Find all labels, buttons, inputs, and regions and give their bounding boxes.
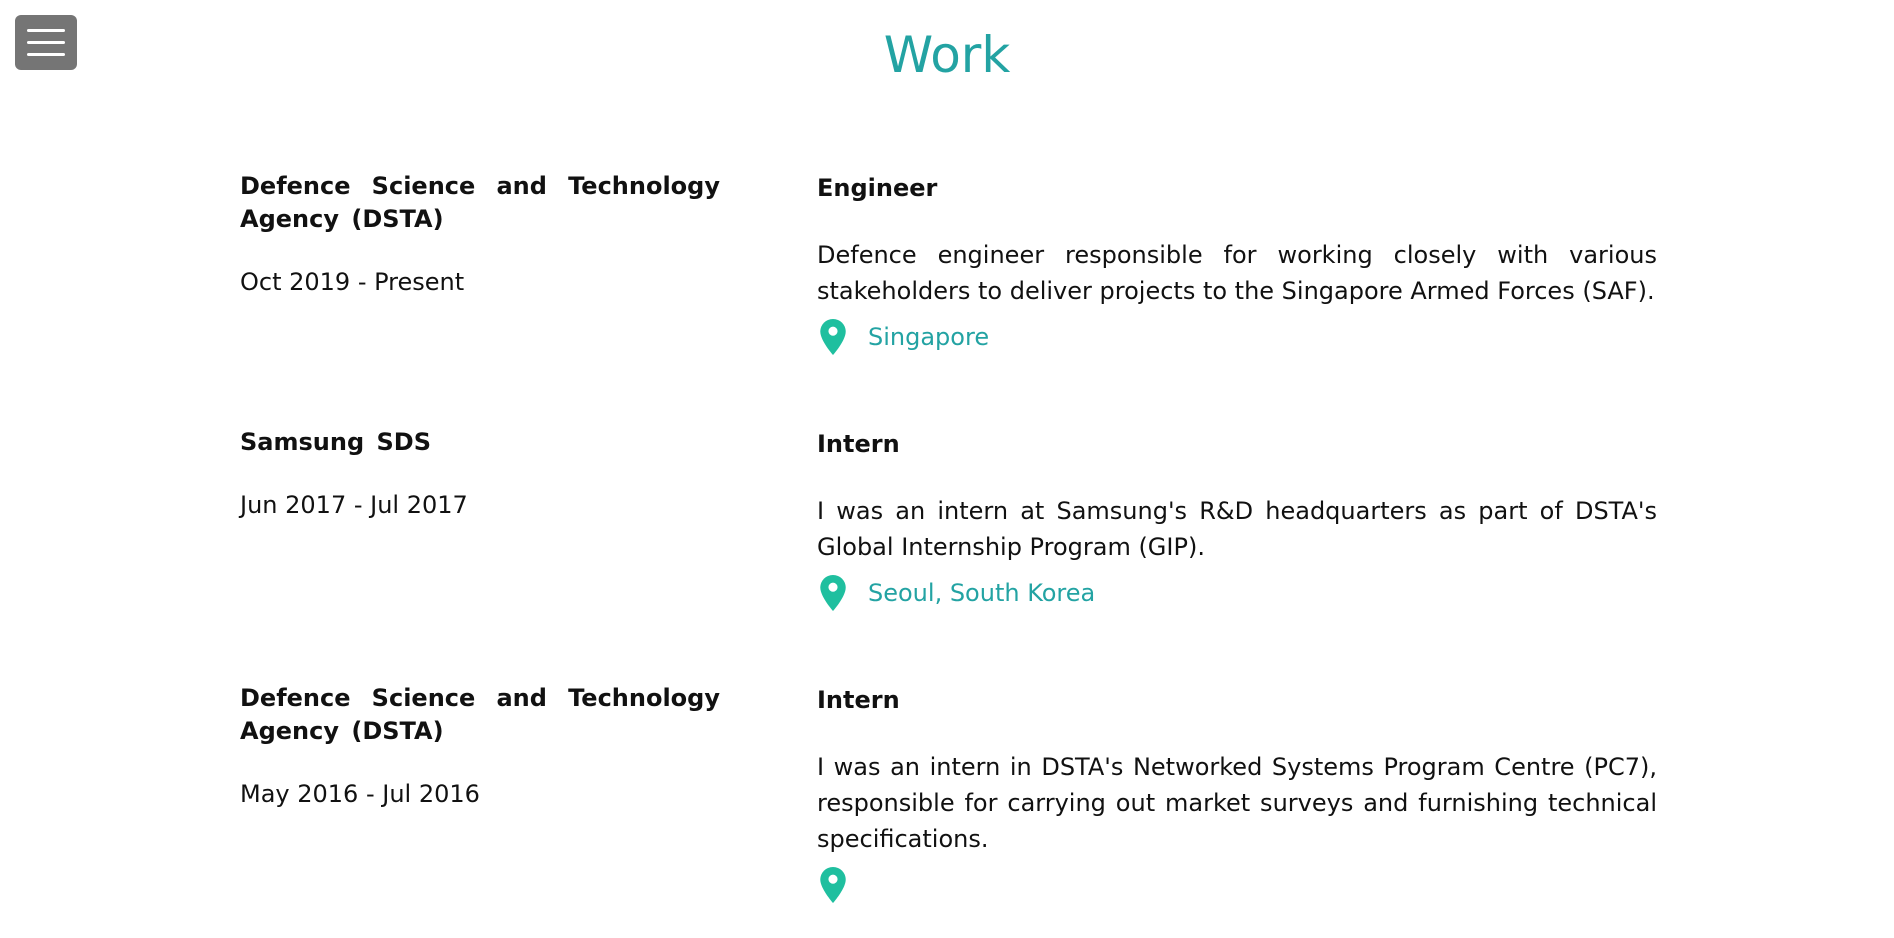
entry-right-column: Intern I was an intern at Samsung's R&D …: [817, 428, 1657, 611]
location-text: Seoul, South Korea: [868, 579, 1096, 607]
map-pin-icon: [820, 575, 846, 611]
work-entry: Defence Science and Technology Agency (D…: [240, 170, 1660, 426]
job-description: I was an intern at Samsung's R&D headqua…: [817, 497, 1657, 561]
location-text: Singapore: [868, 323, 990, 351]
employment-dates: Jun 2017 - Jul 2017: [240, 491, 468, 519]
work-entries: Defence Science and Technology Agency (D…: [240, 170, 1660, 938]
entry-left-column: Samsung SDS Jun 2017 - Jul 2017: [240, 426, 720, 522]
entry-left-column: Defence Science and Technology Agency (D…: [240, 682, 720, 811]
company-name: Defence Science and Technology Agency (D…: [240, 172, 720, 233]
entry-right-column: Intern I was an intern in DSTA's Network…: [817, 684, 1657, 903]
entry-right-column: Engineer Defence engineer responsible fo…: [817, 172, 1657, 355]
job-role: Intern: [817, 430, 900, 458]
company-name: Defence Science and Technology Agency (D…: [240, 684, 720, 745]
job-description: Defence engineer responsible for working…: [817, 241, 1657, 305]
location: Seoul, South Korea: [817, 575, 1657, 611]
company-name: Samsung SDS: [240, 428, 431, 456]
work-entry: Samsung SDS Jun 2017 - Jul 2017 Intern I…: [240, 426, 1660, 682]
page-title: Work: [883, 26, 1011, 84]
work-entry: Defence Science and Technology Agency (D…: [240, 682, 1660, 938]
location: [817, 867, 1657, 903]
map-pin-icon: [820, 867, 846, 903]
map-pin-icon: [820, 319, 846, 355]
job-description: I was an intern in DSTA's Networked Syst…: [817, 753, 1657, 853]
employment-dates: Oct 2019 - Present: [240, 268, 465, 296]
job-role: Engineer: [817, 174, 938, 202]
job-role: Intern: [817, 686, 900, 714]
entry-left-column: Defence Science and Technology Agency (D…: [240, 170, 720, 299]
employment-dates: May 2016 - Jul 2016: [240, 780, 480, 808]
location: Singapore: [817, 319, 1657, 355]
